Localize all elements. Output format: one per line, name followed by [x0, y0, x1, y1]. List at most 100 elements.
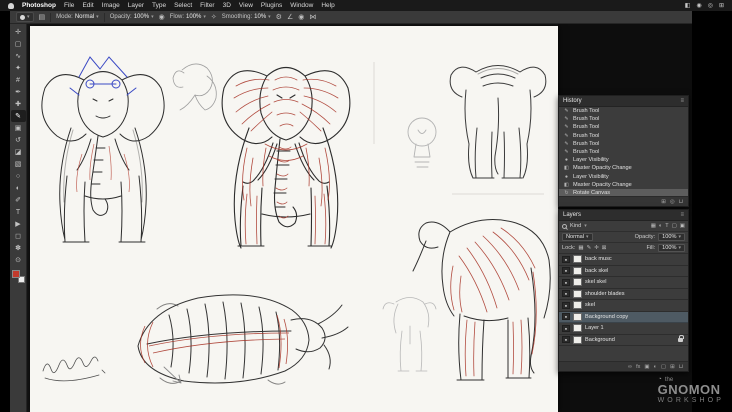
- brush-tool-button[interactable]: ✎: [10, 110, 26, 122]
- layer-thumbnail[interactable]: [573, 289, 582, 298]
- lock-transparency-icon[interactable]: ▦: [578, 245, 583, 251]
- clone-stamp-tool-button[interactable]: ▣: [11, 122, 26, 134]
- history-step[interactable]: ◧ Master Opacity Change: [559, 164, 688, 172]
- layer-thumbnail[interactable]: [573, 266, 582, 275]
- new-document-from-state-icon[interactable]: ⊞: [661, 199, 666, 205]
- history-step[interactable]: ✎ Brush Tool: [559, 107, 688, 115]
- delete-layer-icon[interactable]: ⊔: [679, 364, 683, 370]
- layer-row-selected[interactable]: ● Background copy: [559, 311, 688, 323]
- dodge-tool-button[interactable]: ◐: [11, 182, 26, 194]
- filter-adjustment-layers-icon[interactable]: ◐: [659, 223, 662, 229]
- layer-row[interactable]: ● Background: [559, 334, 688, 346]
- smoothing-gear-icon[interactable]: ⚙: [276, 14, 282, 21]
- layer-mask-icon[interactable]: ▣: [644, 364, 649, 370]
- layer-thumbnail[interactable]: [573, 312, 582, 321]
- zoom-tool-button[interactable]: ⊙: [11, 254, 26, 266]
- history-step[interactable]: ◧ Master Opacity Change: [559, 181, 688, 189]
- layer-group-icon[interactable]: ▢: [661, 364, 666, 370]
- filter-type-layers-icon[interactable]: T: [665, 223, 668, 229]
- smoothing-field[interactable]: Smoothing: 10% ▾: [222, 14, 271, 20]
- foreground-color-swatch[interactable]: [11, 270, 20, 278]
- menu-layer[interactable]: Layer: [128, 2, 144, 9]
- menu-photoshop[interactable]: Photoshop: [22, 2, 56, 9]
- menu-type[interactable]: Type: [152, 2, 166, 9]
- type-tool-button[interactable]: T: [11, 206, 26, 218]
- path-select-tool-button[interactable]: ▶: [11, 218, 26, 230]
- healing-tool-button[interactable]: ✚: [11, 98, 26, 110]
- history-brush-tool-button[interactable]: ↺: [11, 134, 26, 146]
- marquee-tool-button[interactable]: ▢: [11, 38, 26, 50]
- layer-row[interactable]: ● skel: [559, 300, 688, 312]
- move-tool-button[interactable]: ✛: [11, 26, 26, 38]
- history-step[interactable]: ✎ Brush Tool: [559, 132, 688, 140]
- layer-row[interactable]: ● back skel: [559, 266, 688, 277]
- layer-row[interactable]: ● Layer 1: [559, 323, 688, 335]
- layer-effects-icon[interactable]: fx: [636, 364, 640, 370]
- menu-help[interactable]: Help: [321, 2, 334, 9]
- filter-kind-label[interactable]: Kind: [570, 223, 581, 229]
- brush-settings-toggle-icon[interactable]: ▤: [39, 14, 46, 21]
- history-step[interactable]: ● Layer Visibility: [559, 173, 688, 181]
- magic-wand-tool-button[interactable]: ✦: [11, 62, 26, 74]
- new-layer-icon[interactable]: ⊞: [670, 364, 675, 370]
- eraser-tool-button[interactable]: ◪: [11, 146, 26, 158]
- visibility-eye-icon[interactable]: ●: [562, 336, 570, 344]
- visibility-eye-icon[interactable]: ●: [562, 313, 570, 321]
- layer-row[interactable]: ● shoulder blades: [559, 289, 688, 300]
- layer-thumbnail[interactable]: [573, 278, 582, 287]
- menu-3d[interactable]: 3D: [223, 2, 231, 9]
- crop-tool-button[interactable]: #: [11, 74, 26, 86]
- brush-preset-picker[interactable]: ▾: [16, 12, 34, 22]
- layer-opacity-select[interactable]: 100% ▾: [658, 233, 685, 241]
- layer-thumbnail[interactable]: [573, 324, 582, 333]
- airbrush-icon[interactable]: ✧: [211, 14, 217, 21]
- menu-file[interactable]: File: [64, 2, 74, 9]
- menu-select[interactable]: Select: [174, 2, 192, 9]
- opacity-field[interactable]: Opacity: 100% ▾: [110, 14, 154, 20]
- menu-filter[interactable]: Filter: [200, 2, 214, 9]
- history-step[interactable]: ✎ Brush Tool: [559, 148, 688, 156]
- pressure-opacity-icon[interactable]: ◉: [159, 14, 165, 21]
- visibility-eye-icon[interactable]: ●: [562, 324, 570, 332]
- menu-plugins[interactable]: Plugins: [261, 2, 282, 9]
- panel-menu-icon[interactable]: ≡: [680, 98, 684, 104]
- link-layers-icon[interactable]: ∞: [628, 364, 632, 370]
- panel-menu-icon[interactable]: ≡: [680, 212, 684, 218]
- eyedropper-tool-button[interactable]: ✒: [11, 86, 26, 98]
- wifi-icon[interactable]: ◉: [696, 2, 701, 9]
- control-center-icon[interactable]: ⊞: [719, 2, 724, 9]
- filter-pixel-layers-icon[interactable]: ▦: [651, 223, 656, 229]
- battery-icon[interactable]: ◧: [685, 2, 691, 9]
- flow-field[interactable]: Flow: 100% ▾: [170, 14, 206, 20]
- fill-select[interactable]: 100% ▾: [658, 244, 685, 252]
- visibility-eye-icon[interactable]: ●: [562, 278, 570, 286]
- menu-image[interactable]: Image: [102, 2, 120, 9]
- pen-tool-button[interactable]: ✐: [11, 194, 26, 206]
- spotlight-search-icon[interactable]: ◎: [708, 2, 713, 9]
- visibility-eye-icon[interactable]: ●: [562, 255, 570, 263]
- lock-pixels-icon[interactable]: ✎: [587, 245, 592, 251]
- new-snapshot-icon[interactable]: ◎: [670, 199, 675, 205]
- visibility-eye-icon[interactable]: ●: [562, 301, 570, 309]
- lasso-tool-button[interactable]: ∿: [11, 50, 26, 62]
- brush-angle-icon[interactable]: ∠: [287, 14, 293, 21]
- blur-tool-button[interactable]: ○: [11, 170, 26, 182]
- lock-all-icon[interactable]: ⊠: [602, 245, 607, 251]
- lock-position-icon[interactable]: ✛: [594, 245, 599, 251]
- visibility-eye-icon[interactable]: ●: [562, 290, 570, 298]
- history-step[interactable]: ✎ Brush Tool: [559, 123, 688, 131]
- canvas-artwork[interactable]: [30, 26, 558, 412]
- pressure-size-icon[interactable]: ◉: [298, 14, 304, 21]
- filter-smart-objects-icon[interactable]: ▣: [680, 223, 685, 229]
- history-step[interactable]: ✎ Brush Tool: [559, 140, 688, 148]
- layer-thumbnail[interactable]: [573, 301, 582, 310]
- menu-view[interactable]: View: [239, 2, 253, 9]
- apple-logo-icon[interactable]: [8, 2, 14, 9]
- history-step[interactable]: ● Layer Visibility: [559, 156, 688, 164]
- paint-symmetry-icon[interactable]: ⋈: [309, 14, 316, 21]
- gradient-tool-button[interactable]: ▧: [11, 158, 26, 170]
- menu-edit[interactable]: Edit: [82, 2, 93, 9]
- hand-tool-button[interactable]: ✽: [11, 242, 26, 254]
- menu-window[interactable]: Window: [290, 2, 313, 9]
- visibility-eye-icon[interactable]: ●: [562, 267, 570, 275]
